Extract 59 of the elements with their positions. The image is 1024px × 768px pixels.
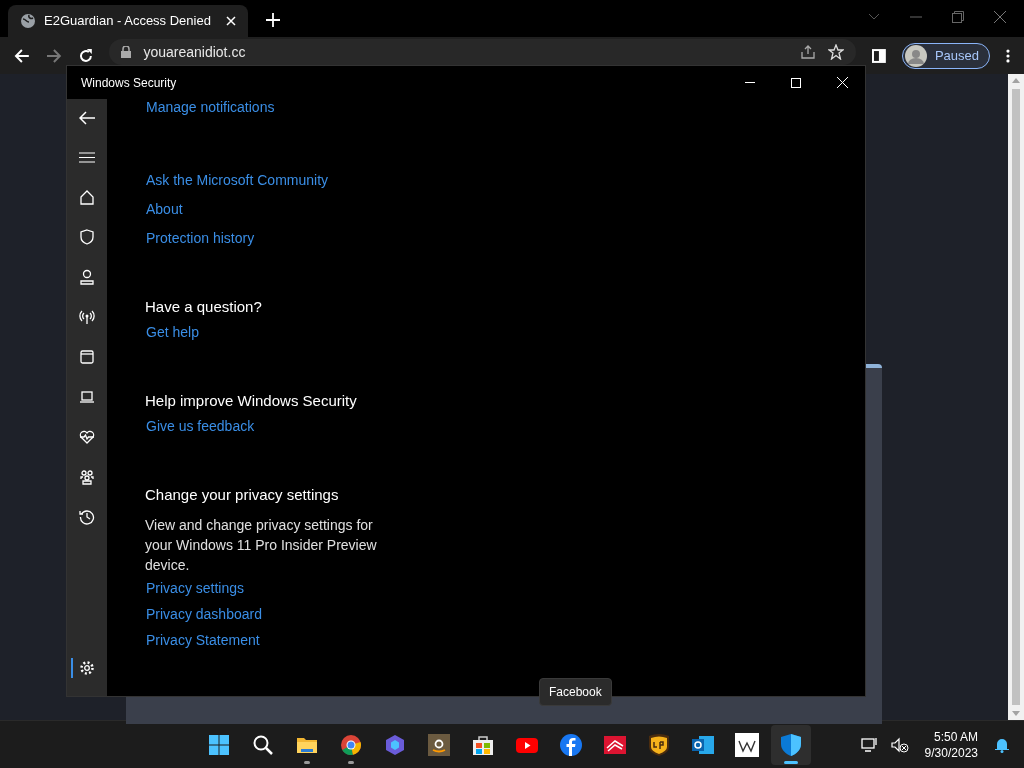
facebook-icon bbox=[559, 732, 584, 757]
section-heading: Change your privacy settings bbox=[145, 485, 340, 505]
network-icon[interactable] bbox=[860, 736, 879, 753]
bell-icon[interactable] bbox=[994, 736, 1010, 753]
link[interactable]: Give us feedback bbox=[146, 417, 255, 435]
heart-pulse-icon bbox=[79, 429, 95, 445]
share-icon[interactable] bbox=[800, 44, 817, 60]
link[interactable]: About bbox=[146, 200, 183, 218]
link[interactable]: Privacy dashboard bbox=[146, 605, 262, 623]
maximize-icon bbox=[791, 77, 801, 88]
section-heading: Help improve Windows Security bbox=[145, 391, 358, 411]
avatar-icon bbox=[904, 44, 927, 67]
home-icon bbox=[79, 189, 95, 205]
link[interactable]: Manage notifications bbox=[146, 99, 275, 115]
reload-icon[interactable] bbox=[77, 47, 94, 64]
volume-muted-icon[interactable] bbox=[890, 736, 909, 753]
clock[interactable]: 5:50 AM 9/30/2023 bbox=[920, 728, 982, 761]
side-panel-icon[interactable] bbox=[872, 48, 886, 63]
forward-icon[interactable] bbox=[45, 47, 62, 64]
address-bar[interactable]: youareanidiot.cc bbox=[109, 39, 857, 65]
taskbar-button[interactable] bbox=[771, 724, 812, 765]
restore-icon[interactable] bbox=[952, 11, 964, 23]
laptop-icon bbox=[79, 389, 95, 405]
star-icon[interactable] bbox=[828, 44, 845, 60]
back-icon bbox=[79, 111, 95, 125]
link[interactable]: Protection history bbox=[146, 229, 255, 247]
minimize-icon bbox=[745, 82, 755, 83]
menu-icon bbox=[79, 151, 95, 163]
app-window-icon bbox=[79, 349, 95, 365]
amazon-icon bbox=[427, 732, 452, 757]
gear-icon bbox=[79, 660, 95, 676]
link[interactable]: Privacy Statement bbox=[146, 631, 260, 649]
tab-title: E2Guardian - Access Denied bbox=[44, 12, 212, 31]
chrome-icon bbox=[339, 732, 364, 757]
description-text: View and change privacy settings for your Windows 11 Pro Insider Preview device. bbox=[145, 516, 378, 575]
link[interactable]: Ask the Microsoft Community bbox=[146, 171, 329, 189]
window-title: Windows Security bbox=[81, 74, 178, 92]
wiki-icon bbox=[735, 732, 760, 757]
chevron-down-icon[interactable] bbox=[868, 13, 880, 21]
profile-button[interactable]: Paused bbox=[901, 42, 991, 69]
lock-icon bbox=[121, 46, 132, 58]
back-icon[interactable] bbox=[14, 47, 30, 64]
history-icon bbox=[79, 509, 95, 525]
close-icon bbox=[836, 77, 848, 88]
globe-icon bbox=[20, 13, 36, 29]
family-icon bbox=[79, 469, 95, 485]
shield-icon bbox=[779, 732, 804, 757]
person-icon bbox=[79, 269, 95, 285]
new-tab-icon[interactable] bbox=[266, 13, 280, 27]
shield-icon bbox=[79, 229, 95, 245]
browser-tab[interactable]: E2Guardian - Access Denied bbox=[8, 5, 248, 37]
antenna-icon bbox=[79, 309, 95, 325]
windows-logo-icon bbox=[207, 732, 232, 757]
section-heading: Have a question? bbox=[145, 297, 263, 317]
menu-icon[interactable] bbox=[1006, 48, 1010, 63]
url-text: youareanidiot.cc bbox=[143, 42, 247, 62]
link[interactable]: Get help bbox=[146, 323, 199, 341]
tooltip: Facebook bbox=[539, 678, 612, 706]
link[interactable]: Privacy settings bbox=[146, 579, 245, 597]
